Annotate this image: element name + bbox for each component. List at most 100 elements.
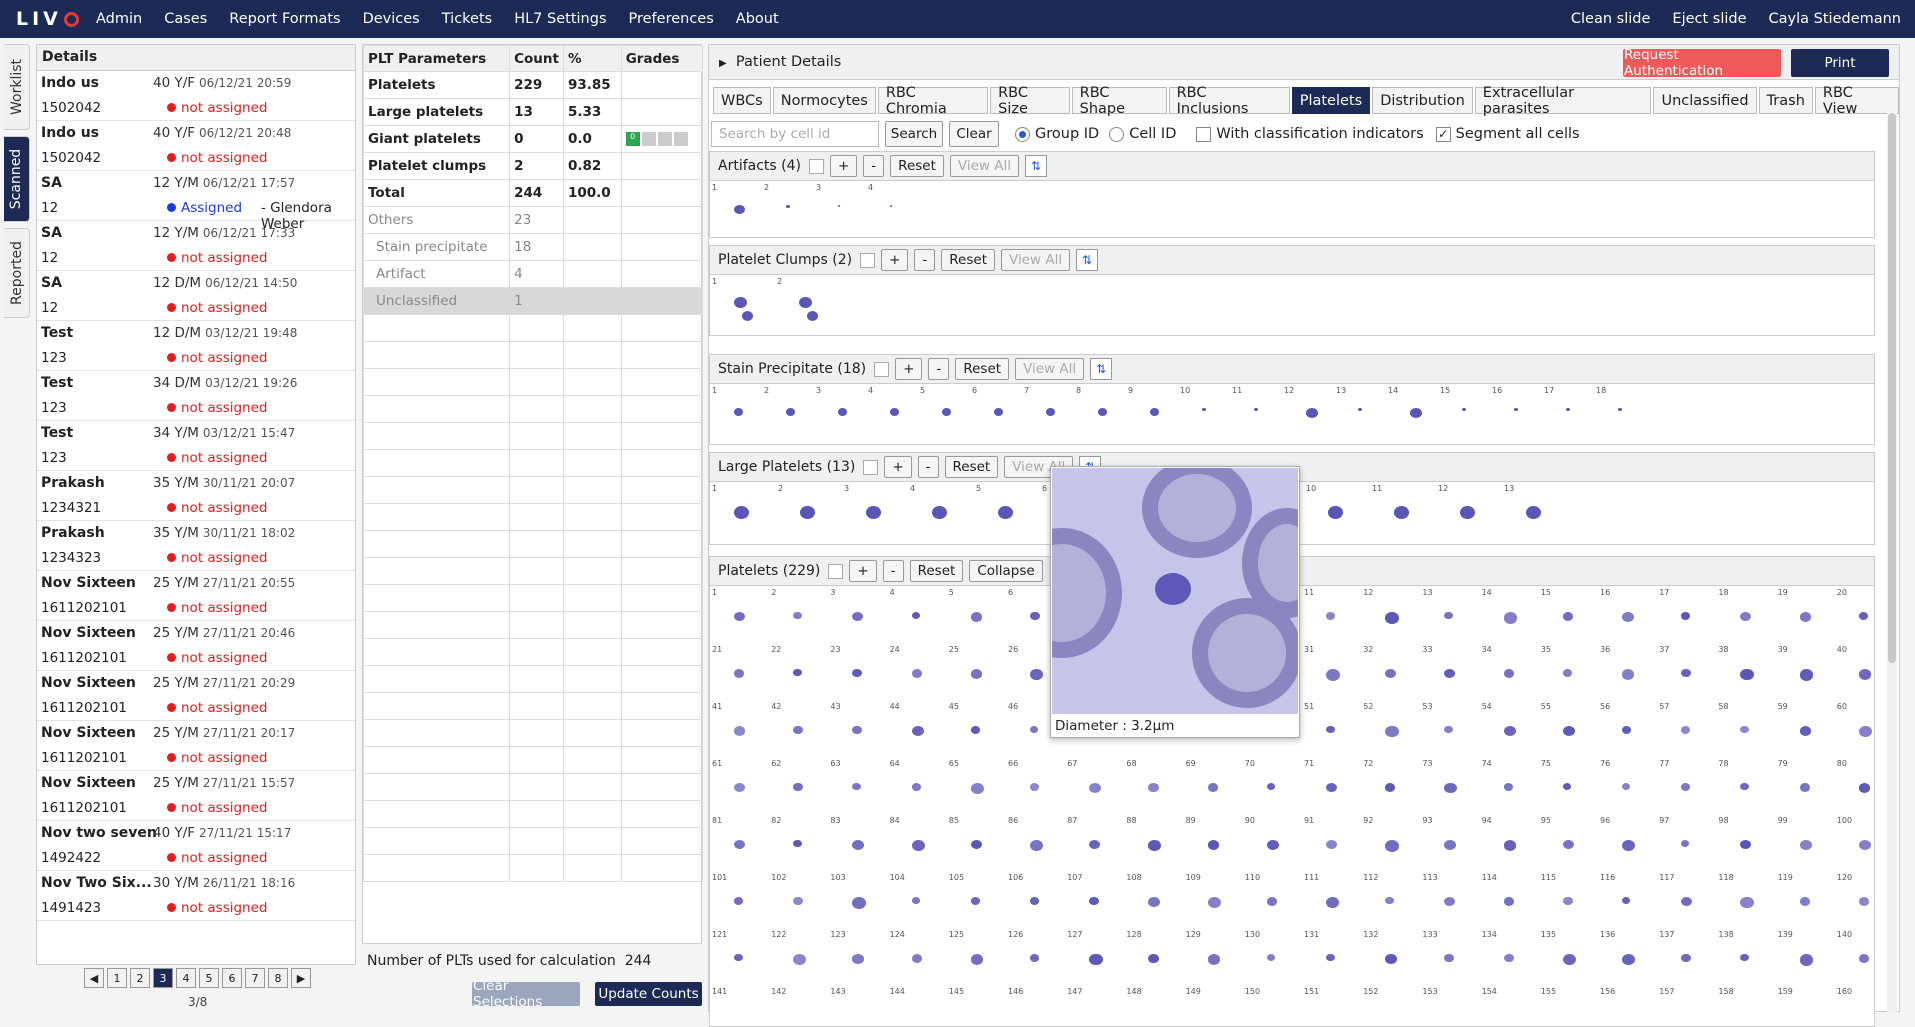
case-row[interactable]: SA 12 Y/M 06/12/21 17:57 12 Assigned - Glendo… — [37, 171, 355, 232]
indicators-checkbox[interactable]: With classification indicators — [1196, 126, 1424, 142]
platelet-cell-thumb[interactable] — [1562, 840, 1574, 850]
platelet-cell-thumb[interactable] — [911, 669, 923, 679]
cell-thumb[interactable] — [1150, 408, 1159, 416]
platelet-cell-thumb[interactable] — [1858, 612, 1868, 620]
platelet-cell-thumb[interactable] — [1266, 897, 1277, 906]
cell-thumb[interactable] — [890, 408, 899, 416]
platelet-cell-thumb[interactable] — [1385, 669, 1396, 679]
platelet-cell-thumb[interactable] — [1385, 612, 1399, 624]
platelet-cell-thumb[interactable] — [1562, 669, 1573, 678]
request-authentication-button[interactable]: Request Authentication — [1623, 47, 1781, 79]
cell-thumb[interactable] — [932, 506, 947, 519]
platelet-cell-thumb[interactable] — [1207, 897, 1221, 909]
expand-plus-button[interactable]: + — [895, 358, 923, 380]
platelet-cell-thumb[interactable] — [1148, 840, 1162, 851]
platelet-cell-thumb[interactable] — [1622, 612, 1635, 623]
platelet-cell-thumb[interactable] — [793, 612, 802, 620]
cell-thumb[interactable] — [838, 408, 847, 416]
nav-cases[interactable]: Cases — [164, 11, 207, 27]
cell-thumb[interactable] — [1254, 408, 1258, 412]
platelet-cell-thumb[interactable] — [1681, 954, 1691, 963]
expand-plus-button[interactable]: + — [881, 249, 909, 271]
next-page-icon[interactable]: ▶ — [291, 968, 311, 988]
case-row[interactable]: Prakash 35 Y/M 30/11/21 18:02 1234323 not as… — [37, 521, 355, 571]
platelet-cell-thumb[interactable] — [1148, 783, 1159, 792]
platelet-cell-thumb[interactable] — [734, 612, 745, 622]
shrink-minus-button[interactable]: - — [917, 456, 939, 478]
platelet-cell-thumb[interactable] — [1385, 897, 1394, 905]
prev-page-icon[interactable]: ◀ — [84, 968, 104, 988]
platelet-cell-thumb[interactable] — [1799, 726, 1811, 736]
cell-thumb[interactable] — [1410, 408, 1422, 419]
platelet-cell-thumb[interactable] — [734, 669, 745, 678]
platelet-cell-thumb[interactable] — [1030, 840, 1044, 852]
case-row[interactable]: Prakash 35 Y/M 30/11/21 20:07 1234321 not as… — [37, 471, 355, 521]
platelet-cell-thumb[interactable] — [1740, 783, 1749, 790]
platelet-cell-thumb[interactable] — [1622, 840, 1636, 852]
platelet-cell-thumb[interactable] — [852, 840, 865, 851]
platelet-cell-thumb[interactable] — [1681, 783, 1691, 791]
platelet-cell-thumb[interactable] — [1799, 897, 1811, 906]
platelet-cell-thumb[interactable] — [1799, 783, 1811, 793]
case-row[interactable]: Test 12 D/M 03/12/21 19:48 123 not assigned — [37, 321, 355, 371]
cell-thumb[interactable] — [1460, 506, 1475, 519]
platelet-cell-thumb[interactable] — [911, 897, 920, 904]
vtab-worklist[interactable]: Worklist — [4, 44, 30, 130]
group-id-radio[interactable]: Group ID — [1015, 126, 1099, 142]
platelet-cell-thumb[interactable] — [1326, 897, 1340, 909]
platelet-cell-thumb[interactable] — [734, 783, 745, 793]
platelet-cell-thumb[interactable] — [1858, 897, 1870, 906]
cell-thumb[interactable] — [1566, 408, 1570, 412]
tab-rbc-inclusions[interactable]: RBC Inclusions — [1168, 85, 1290, 117]
section-select-checkbox[interactable] — [860, 252, 876, 268]
nav-report-formats[interactable]: Report Formats — [229, 11, 340, 27]
clean-slide-link[interactable]: Clean slide — [1571, 11, 1651, 27]
cell-thumb[interactable] — [994, 408, 1003, 416]
patient-details-toggle[interactable]: ▶ Patient Details — [719, 54, 841, 70]
case-row[interactable]: Indo us 40 Y/F 06/12/21 20:48 1502042 not as… — [37, 121, 355, 171]
platelet-cell-thumb[interactable] — [1681, 726, 1691, 734]
platelet-cell-thumb[interactable] — [1740, 954, 1750, 962]
platelet-cell-thumb[interactable] — [1266, 954, 1276, 962]
cell-thumb[interactable] — [734, 297, 747, 309]
platelet-cell-thumb[interactable] — [970, 669, 983, 679]
platelet-cell-thumb[interactable] — [1030, 783, 1039, 791]
cell-thumb[interactable] — [786, 408, 795, 416]
platelet-cell-thumb[interactable] — [1562, 954, 1577, 966]
platelet-cell-thumb[interactable] — [1503, 726, 1516, 737]
search-button[interactable]: Search — [885, 121, 943, 147]
platelet-cell-thumb[interactable] — [1503, 954, 1514, 963]
platelet-cell-thumb[interactable] — [1030, 726, 1039, 733]
cell-thumb[interactable] — [800, 506, 815, 519]
platelet-cell-thumb[interactable] — [1503, 612, 1518, 624]
cell-thumb[interactable] — [838, 205, 840, 207]
platelet-cell-thumb[interactable] — [1207, 954, 1221, 965]
platelet-cell-thumb[interactable] — [1799, 840, 1812, 851]
page-button[interactable]: 8 — [268, 968, 288, 988]
page-button[interactable]: 1 — [107, 968, 127, 988]
platelet-cell-thumb[interactable] — [1562, 897, 1573, 906]
platelet-cell-thumb[interactable] — [970, 726, 981, 735]
platelet-cell-thumb[interactable] — [1562, 726, 1575, 737]
vtab-scanned[interactable]: Scanned — [4, 136, 30, 222]
case-row[interactable]: Nov Two Six... 30 Y/M 26/11/21 18:16 149142… — [37, 871, 355, 921]
platelet-cell-thumb[interactable] — [911, 783, 921, 791]
section-select-checkbox[interactable] — [874, 361, 890, 377]
platelet-cell-thumb[interactable] — [852, 897, 867, 909]
platelet-cell-thumb[interactable] — [1089, 954, 1103, 966]
platelet-cell-thumb[interactable] — [1740, 726, 1749, 734]
shrink-minus-button[interactable]: - — [882, 560, 904, 582]
cell-thumb[interactable] — [1098, 408, 1107, 416]
shrink-minus-button[interactable]: - — [863, 155, 885, 177]
platelet-cell-thumb[interactable] — [1326, 840, 1337, 850]
platelet-cell-thumb[interactable] — [734, 897, 744, 905]
platelet-cell-thumb[interactable] — [1503, 783, 1514, 792]
tab-extracellular-parasites[interactable]: Extracellular parasites — [1474, 85, 1652, 117]
platelet-cell-thumb[interactable] — [1385, 954, 1397, 964]
nav-about[interactable]: About — [736, 11, 779, 27]
cell-thumb[interactable] — [998, 506, 1013, 519]
platelet-cell-thumb[interactable] — [793, 897, 804, 906]
platelet-cell-thumb[interactable] — [1030, 954, 1040, 962]
platelet-cell-thumb[interactable] — [1681, 669, 1691, 678]
tab-rbc-shape[interactable]: RBC Shape — [1071, 85, 1167, 117]
